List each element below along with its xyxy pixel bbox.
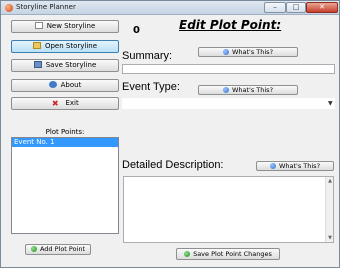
open-storyline-label: Open Storyline <box>44 42 98 50</box>
open-storyline-button[interactable]: Open Storyline <box>11 40 119 53</box>
event-type-help-button[interactable]: What's This? <box>198 85 298 95</box>
help-icon <box>222 49 229 55</box>
plot-points-label: Plot Points: <box>45 128 85 136</box>
description-label: Detailed Description: <box>122 159 224 171</box>
about-label: About <box>60 81 82 89</box>
list-item[interactable]: Event No. 1 <box>12 138 118 147</box>
page-title: Edit Plot Point: <box>179 18 282 32</box>
help-icon <box>269 163 276 169</box>
event-type-label: Event Type: <box>122 81 180 93</box>
summary-input[interactable] <box>122 64 335 74</box>
close-button[interactable]: ✕ <box>306 2 338 13</box>
exit-label: Exit <box>65 99 79 107</box>
scroll-up-icon[interactable]: ▲ <box>326 177 334 185</box>
description-textarea[interactable]: ▲ ▼ <box>123 176 334 243</box>
add-plot-point-label: Add Plot Point <box>39 245 86 253</box>
maximize-button[interactable]: □ <box>286 2 306 13</box>
save-check-icon <box>184 251 191 257</box>
summary-help-button[interactable]: What's This? <box>198 47 298 57</box>
chevron-down-icon[interactable]: ▼ <box>328 100 333 107</box>
minimize-button[interactable]: – <box>264 2 286 13</box>
add-plot-point-button[interactable]: Add Plot Point <box>25 244 91 255</box>
plot-point-counter: 0 <box>133 25 140 36</box>
event-type-select[interactable] <box>122 98 335 109</box>
exit-button[interactable]: ✖ Exit <box>11 97 119 110</box>
description-scrollbar[interactable]: ▲ ▼ <box>325 177 333 242</box>
summary-help-label: What's This? <box>231 48 274 56</box>
save-plot-point-label: Save Plot Point Changes <box>193 250 272 258</box>
info-icon <box>48 81 57 88</box>
folder-icon <box>32 42 41 49</box>
save-plot-point-button[interactable]: Save Plot Point Changes <box>176 248 280 260</box>
about-button[interactable]: About <box>11 79 119 92</box>
save-storyline-button[interactable]: Save Storyline <box>11 59 119 72</box>
save-storyline-label: Save Storyline <box>45 61 97 69</box>
add-icon <box>30 246 37 252</box>
description-help-label: What's This? <box>278 162 321 170</box>
app-icon <box>5 4 13 12</box>
save-icon <box>33 61 42 68</box>
app-window: Storyline Planner – □ ✕ New Storyline Op… <box>0 0 340 268</box>
summary-label: Summary: <box>122 50 173 62</box>
new-file-icon <box>34 22 43 29</box>
exit-icon: ✖ <box>51 99 59 108</box>
help-icon <box>222 87 229 93</box>
scroll-down-icon[interactable]: ▼ <box>326 234 334 242</box>
description-help-button[interactable]: What's This? <box>256 161 334 171</box>
new-storyline-label: New Storyline <box>46 22 96 30</box>
new-storyline-button[interactable]: New Storyline <box>11 20 119 33</box>
window-title: Storyline Planner <box>16 3 76 11</box>
event-type-help-label: What's This? <box>231 86 274 94</box>
plot-points-list[interactable]: Event No. 1 <box>11 137 119 234</box>
title-bar: Storyline Planner – □ ✕ <box>1 1 339 15</box>
